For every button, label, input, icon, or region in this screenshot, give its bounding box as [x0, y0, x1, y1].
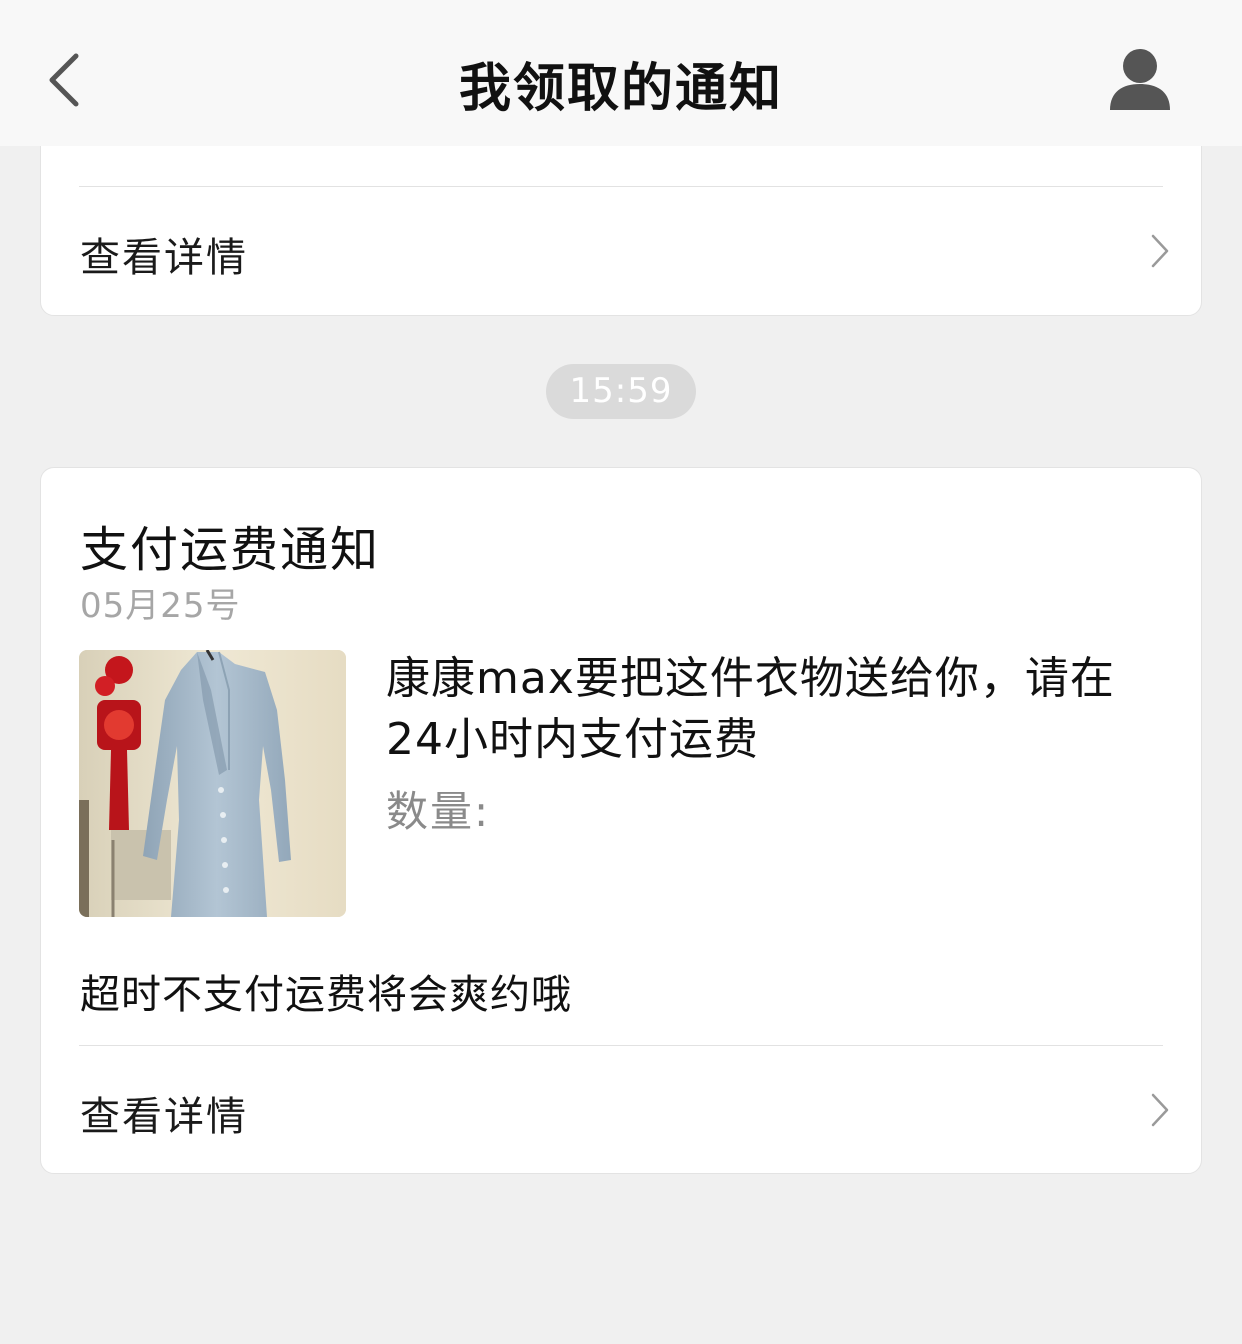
- notification-title: 支付运费通知: [80, 522, 381, 578]
- view-details-label: 查看详情: [80, 235, 248, 281]
- dress-image: [79, 650, 346, 917]
- view-details-row[interactable]: 查看详情: [41, 1046, 1201, 1174]
- user-icon: [1110, 49, 1170, 110]
- notification-message: 康康max要把这件衣物送给你，请在24小时内支付运费: [386, 653, 1115, 765]
- profile-button[interactable]: [1106, 46, 1174, 114]
- chevron-right-icon: [1151, 1093, 1169, 1127]
- item-thumbnail[interactable]: [79, 650, 346, 917]
- notification-date: 05月25号: [80, 586, 241, 626]
- timestamp-badge: 15:59: [546, 364, 696, 419]
- view-details-label: 查看详情: [80, 1094, 248, 1140]
- navigation-bar: 我领取的通知: [0, 0, 1242, 146]
- page-title: 我领取的通知: [458, 59, 783, 119]
- chevron-right-icon: [1151, 234, 1169, 268]
- timeout-warning: 超时不支付运费将会爽约哦: [80, 972, 572, 1018]
- quantity-label: 数量:: [386, 787, 491, 836]
- shipping-fee-notification-card: 支付运费通知 05月25号 康康max要把这件衣物送给你，请在24小时内支付运费…: [40, 467, 1202, 1174]
- view-details-row[interactable]: 查看详情: [41, 187, 1201, 315]
